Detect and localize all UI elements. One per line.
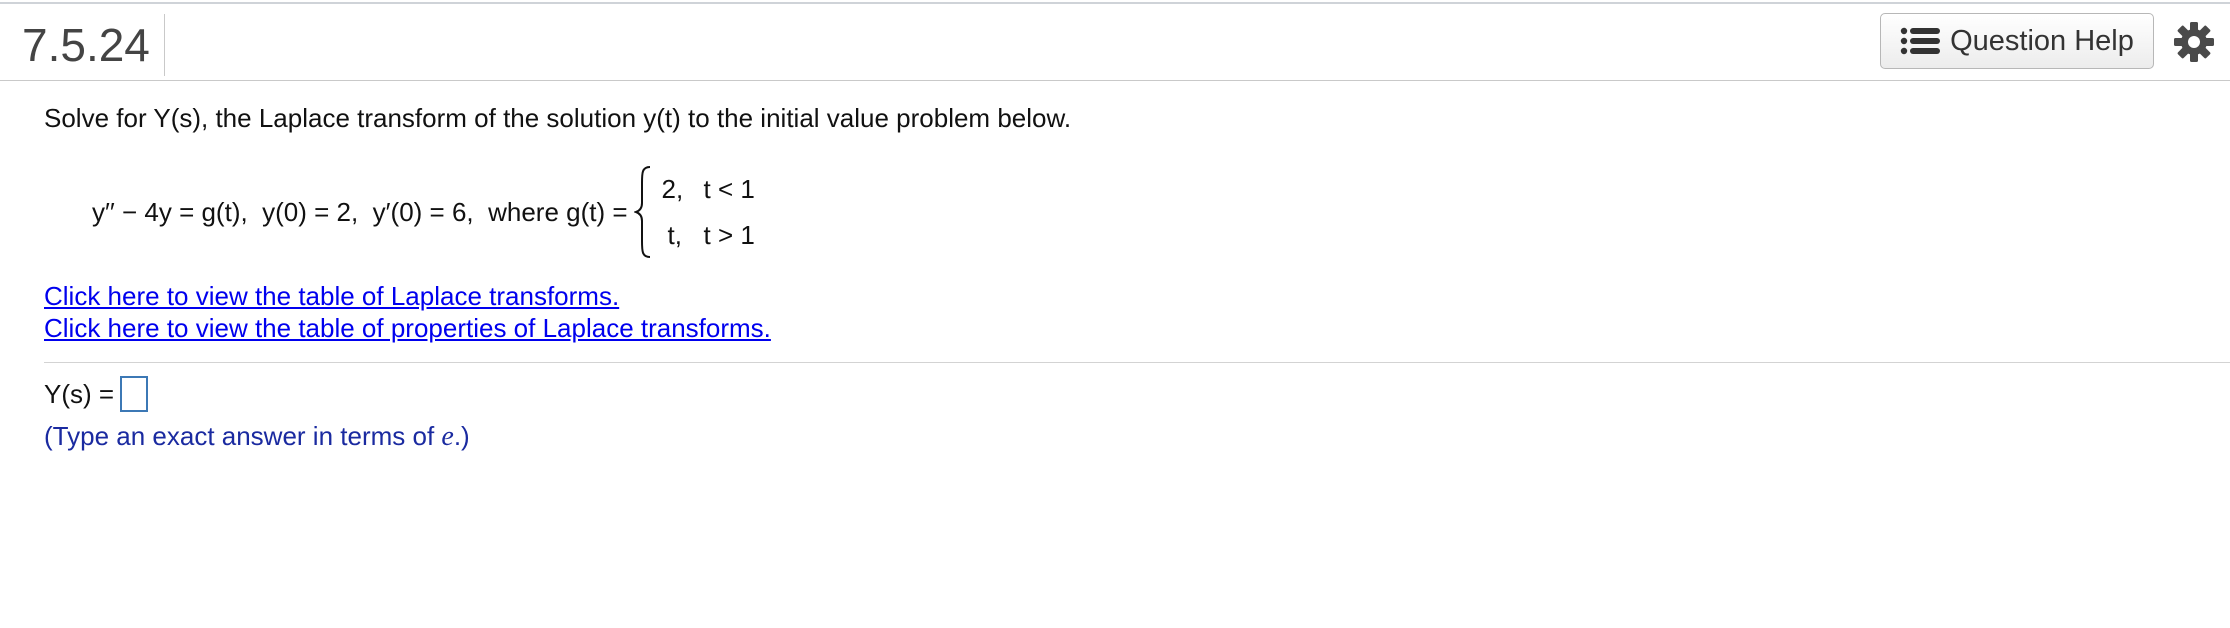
hint-prefix: (Type an exact answer in terms of xyxy=(44,421,442,451)
list-icon xyxy=(1900,27,1941,55)
header-bar: 7.5.24 Question Help xyxy=(0,4,2230,81)
equation-lhs: y′′ − 4y = g(t), y(0) = 2, y′(0) = 6, wh… xyxy=(92,196,628,227)
piecewise-cases: 2, t < 1 t, t > 1 xyxy=(662,171,755,253)
answer-hint: (Type an exact answer in terms of e.) xyxy=(44,418,470,455)
problem-prompt: Solve for Y(s), the Laplace transform of… xyxy=(44,103,1072,133)
hint-variable: e xyxy=(441,421,454,452)
question-help-button[interactable]: Question Help xyxy=(1880,13,2154,69)
reference-links: Click here to view the table of Laplace … xyxy=(44,280,771,344)
answer-section: Y(s) = (Type an exact answer in terms of… xyxy=(44,376,470,455)
gear-icon[interactable] xyxy=(2173,21,2215,63)
laplace-table-link[interactable]: Click here to view the table of Laplace … xyxy=(44,280,771,312)
hint-suffix: .) xyxy=(453,421,470,451)
answer-row: Y(s) = xyxy=(44,376,470,412)
question-number: 7.5.24 xyxy=(22,14,165,76)
answer-input[interactable] xyxy=(120,376,149,412)
case-1-value: 2, xyxy=(661,174,684,204)
case-2-condition: t > 1 xyxy=(703,220,755,250)
question-help-label: Question Help xyxy=(1950,24,2134,57)
case-1-condition: t < 1 xyxy=(703,174,755,204)
left-brace xyxy=(633,166,650,258)
question-content: Solve for Y(s), the Laplace transform of… xyxy=(44,100,2194,343)
page: 7.5.24 Question Help Solve for Y(s), the… xyxy=(0,0,2230,628)
equation: y′′ − 4y = g(t), y(0) = 2, y′(0) = 6, wh… xyxy=(92,165,755,259)
case-2-value: t, xyxy=(667,220,682,250)
laplace-properties-link[interactable]: Click here to view the table of properti… xyxy=(44,312,771,344)
answer-label: Y(s) = xyxy=(44,378,115,409)
divider xyxy=(44,362,2230,363)
